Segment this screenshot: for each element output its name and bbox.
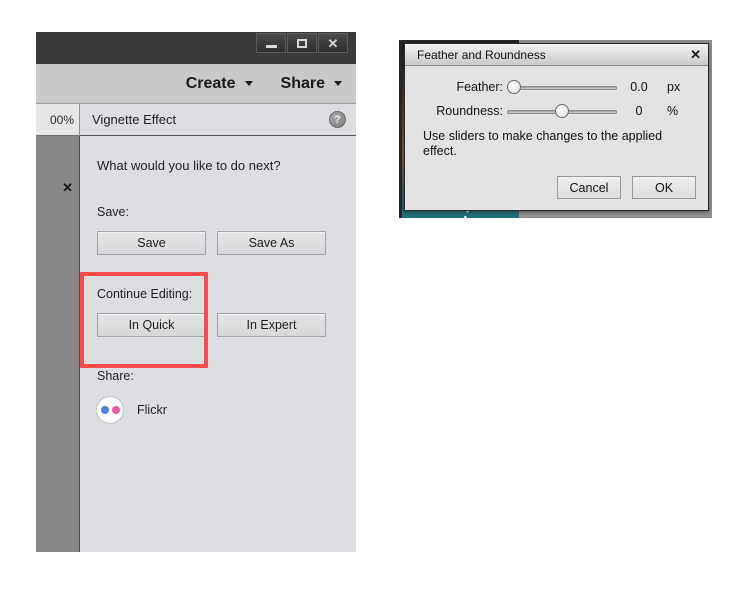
flickr-blue-dot [100, 406, 109, 414]
chevron-down-icon [244, 81, 253, 86]
roundness-unit: % [667, 103, 679, 118]
feather-roundness-dialog: Feather and Roundness ✕ Feather: 0.0 px … [404, 43, 709, 211]
feather-slider-row: Feather: 0.0 px [419, 76, 694, 97]
share-service-label: Flickr [137, 403, 167, 417]
vignette-panel-header: Vignette Effect ? [80, 104, 356, 136]
feather-slider[interactable] [507, 78, 617, 96]
roundness-slider[interactable] [507, 102, 617, 120]
maximize-button[interactable] [287, 33, 317, 53]
dialog-note: Use sliders to make changes to the appli… [423, 129, 663, 158]
in-quick-button[interactable]: In Quick [97, 313, 206, 337]
menu-share-label: Share [280, 74, 325, 92]
panel-prompt: What would you like to do next? [97, 158, 281, 173]
feather-label: Feather: [456, 79, 503, 94]
create-share-menubar: Create Share [36, 64, 356, 104]
panel-close-button[interactable]: ✕ [62, 180, 73, 196]
minimize-button[interactable] [256, 33, 286, 53]
share-flickr-item[interactable]: Flickr [97, 397, 340, 423]
feather-unit: px [667, 79, 681, 94]
dialog-close-icon[interactable]: ✕ [690, 48, 701, 61]
continue-editing-row: In Quick In Expert [97, 313, 340, 337]
flickr-pink-dot [111, 406, 120, 414]
save-button[interactable]: Save [97, 231, 206, 255]
feather-slider-track[interactable] [507, 85, 617, 90]
menu-create-label: Create [185, 74, 236, 92]
roundness-value: 0 [635, 103, 643, 118]
dialog-title: Feather and Roundness [417, 47, 546, 62]
in-expert-button[interactable]: In Expert [217, 313, 326, 337]
feather-value: 0.0 [630, 79, 648, 94]
roundness-slider-row: Roundness: 0 % [419, 100, 694, 121]
ok-button[interactable]: OK [632, 176, 696, 199]
window-controls: ✕ [256, 33, 348, 53]
feather-slider-thumb[interactable] [507, 79, 521, 94]
panel-header-row: 00% Vignette Effect ? [36, 104, 356, 136]
photo-editor-window: ✕ Create Share 00% Vignette Effect ? ✕ W… [36, 32, 356, 552]
window-titlebar: ✕ [36, 32, 356, 64]
screen: ✕ Create Share 00% Vignette Effect ? ✕ W… [0, 0, 752, 589]
minimize-icon [265, 45, 277, 48]
flickr-icon [97, 397, 123, 423]
save-button-row: Save Save As [97, 231, 340, 255]
help-icon[interactable]: ? [329, 111, 346, 128]
menu-share[interactable]: Share [281, 75, 342, 93]
menu-create[interactable]: Create [186, 75, 253, 93]
maximize-icon [297, 38, 307, 48]
save-as-button[interactable]: Save As [217, 231, 326, 255]
dialog-button-row: Cancel OK [557, 176, 696, 199]
next-steps-panel: What would you like to do next? Save: Sa… [81, 136, 356, 552]
cancel-button[interactable]: Cancel [557, 176, 621, 199]
close-icon: ✕ [327, 35, 339, 51]
dialog-body: Feather: 0.0 px Roundness: 0 % Use slide… [405, 66, 708, 159]
roundness-slider-thumb[interactable] [555, 103, 569, 118]
window-close-button[interactable]: ✕ [318, 33, 348, 53]
save-section-label: Save: [97, 205, 129, 219]
zoom-level-display[interactable]: 00% [36, 104, 80, 136]
dialog-titlebar: Feather and Roundness ✕ [405, 44, 708, 66]
panel-title: Vignette Effect [92, 112, 177, 127]
continue-editing-label: Continue Editing: [97, 287, 193, 301]
left-rail: ✕ [36, 136, 80, 552]
share-section-label: Share: [97, 369, 134, 383]
chevron-down-icon [334, 81, 342, 86]
roundness-label: Roundness: [436, 103, 503, 118]
